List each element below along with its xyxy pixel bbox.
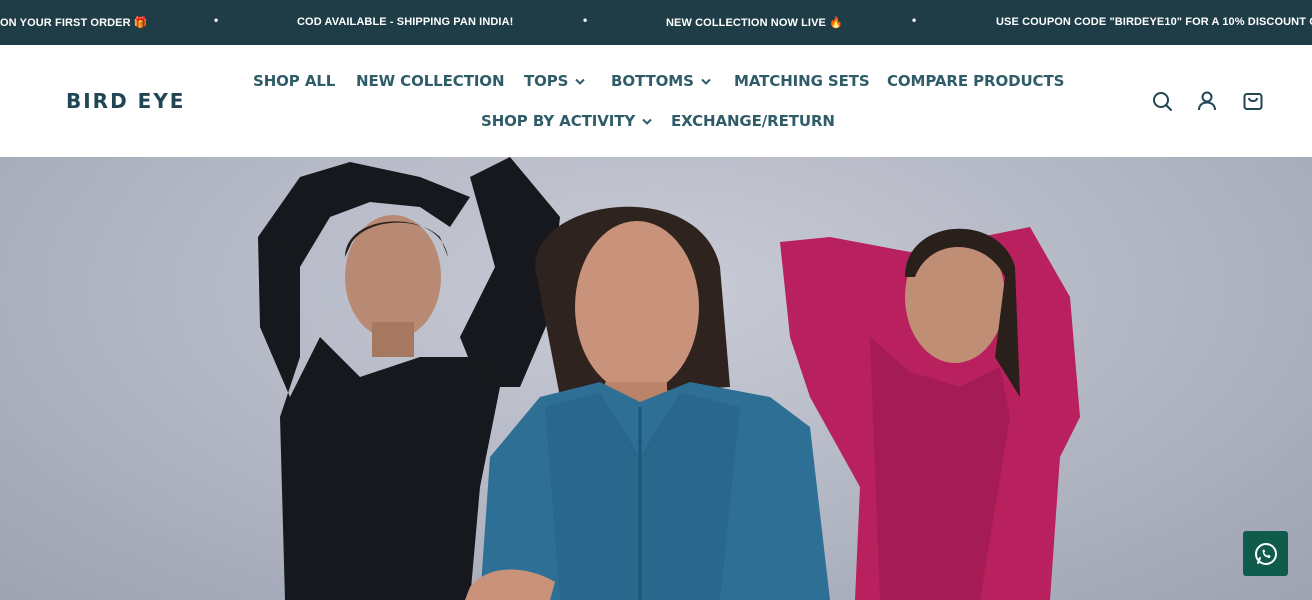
nav-tops-label: TOPS: [524, 72, 569, 90]
announcement-message: ON YOUR FIRST ORDER 🎁: [0, 17, 148, 29]
model-right: [780, 227, 1080, 600]
nav-bottoms-label: BOTTOMS: [611, 72, 694, 90]
chevron-down-icon: [701, 78, 711, 85]
site-header: BIRD EYE SHOP ALL NEW COLLECTION TOPS BO…: [0, 45, 1312, 157]
nav-new-collection[interactable]: NEW COLLECTION: [356, 72, 505, 90]
announcement-message: USE COUPON CODE "BIRDEYE10" FOR A 10% DI…: [996, 16, 1312, 28]
nav-compare-products[interactable]: COMPARE PRODUCTS: [887, 72, 1064, 90]
announcement-message: NEW COLLECTION NOW LIVE 🔥: [666, 17, 843, 29]
nav-shop-all[interactable]: SHOP ALL: [253, 72, 335, 90]
nav-bottoms[interactable]: BOTTOMS: [611, 72, 711, 90]
announcement-message: COD AVAILABLE - SHIPPING PAN INDIA!: [297, 16, 514, 28]
hero-banner: [0, 157, 1312, 600]
announcement-separator: •: [214, 13, 219, 27]
nav-shop-by-activity-label: SHOP BY ACTIVITY: [481, 112, 636, 130]
nav-matching-sets[interactable]: MATCHING SETS: [734, 72, 870, 90]
chevron-down-icon: [642, 118, 652, 125]
announcement-separator: •: [583, 13, 588, 27]
announcement-bar: ON YOUR FIRST ORDER 🎁 • COD AVAILABLE - …: [0, 0, 1312, 45]
nav-exchange-return[interactable]: EXCHANGE/RETURN: [671, 112, 835, 130]
chevron-down-icon: [575, 78, 586, 85]
hero-image: [258, 157, 1080, 600]
whatsapp-icon: [1254, 542, 1277, 565]
announcement-separator: •: [912, 13, 917, 27]
whatsapp-chat-button[interactable]: [1243, 531, 1288, 576]
nav-shop-by-activity[interactable]: SHOP BY ACTIVITY: [481, 112, 652, 130]
cart-icon[interactable]: [1241, 89, 1265, 113]
search-icon[interactable]: [1150, 89, 1174, 113]
nav-tops[interactable]: TOPS: [524, 72, 586, 90]
brand-logo[interactable]: BIRD EYE: [66, 89, 185, 113]
account-icon[interactable]: [1195, 89, 1219, 113]
